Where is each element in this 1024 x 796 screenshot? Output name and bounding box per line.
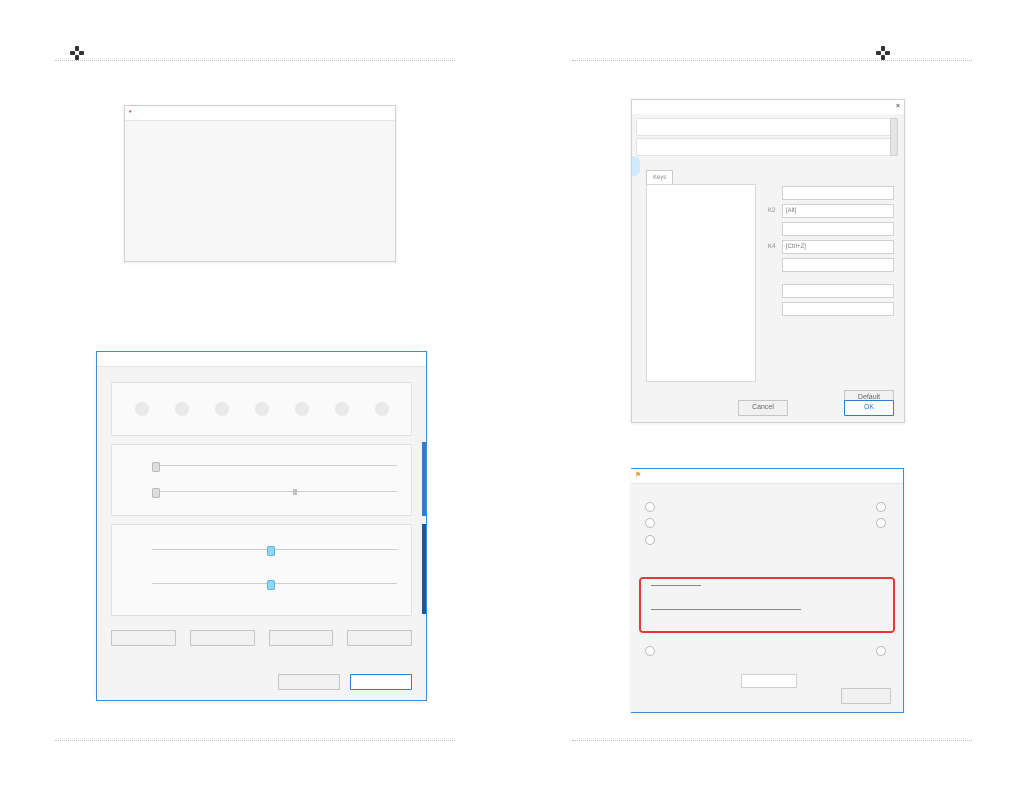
blank-dialog-titlebar: • [125,106,395,121]
option-label-underline [651,585,701,586]
options-dialog-titlebar[interactable]: ⚑ [631,469,903,484]
cancel-button[interactable]: Cancel [738,400,788,416]
key-input[interactable] [782,222,894,236]
preset-button[interactable] [111,630,176,646]
bottom-radio-section [645,645,889,656]
radio-option[interactable] [876,501,889,512]
ok-button[interactable]: OK [844,400,894,416]
keys-tab[interactable]: Keys [646,170,673,185]
radio-option[interactable] [645,645,658,656]
key-input[interactable] [782,186,894,200]
settings-dialog-titlebar[interactable] [97,352,426,367]
keys-dialog-titlebar[interactable]: × [632,100,904,114]
top-icons-panel [111,382,412,436]
key-row-label: K2 [768,208,782,214]
right-header-divider [572,60,972,61]
right-footer-divider [572,740,972,741]
radio-option[interactable] [876,645,889,656]
slider-panel-2 [111,524,412,616]
cancel-button[interactable] [350,674,412,690]
settings-dialog [96,351,427,701]
preset-button[interactable] [347,630,412,646]
radio-option[interactable] [645,518,658,529]
warning-icon: ⚑ [635,469,641,483]
slider-4[interactable] [152,577,397,589]
key-input[interactable] [782,284,894,298]
mode-icon[interactable] [215,402,229,416]
key-input[interactable]: [Ctrl+Z] [782,240,894,254]
radio-option[interactable] [645,501,658,512]
scrollbar[interactable] [890,118,898,156]
mode-icon[interactable] [175,402,189,416]
slider-track[interactable] [651,609,801,610]
key-input[interactable] [782,258,894,272]
key-input[interactable] [782,302,894,316]
brand-logo-icon [876,46,890,60]
key-row-label: K4 [768,244,782,250]
radio-option[interactable] [645,534,658,545]
active-tab-indicator [422,524,426,614]
page-root: • [0,0,1024,796]
value-input[interactable] [741,674,797,688]
mode-icon[interactable] [255,402,269,416]
slider-2[interactable] [152,485,397,497]
ok-button[interactable] [278,674,340,690]
mode-icon[interactable] [295,402,309,416]
radio-option[interactable] [876,518,889,529]
slider-panel-1 [111,444,412,516]
preset-button[interactable] [190,630,255,646]
ok-button[interactable] [841,688,891,704]
left-footer-divider [55,740,455,741]
radio-section [645,495,889,551]
mode-icon[interactable] [335,402,349,416]
preset-button[interactable] [269,630,334,646]
button-row [111,630,412,646]
keys-fields: K2[Alt] K4[Ctrl+Z] [768,182,894,320]
keys-dialog: × Keys K2[Alt] K4[Ctrl+Z] Default Cancel… [631,99,905,423]
key-input[interactable]: [Alt] [782,204,894,218]
header-field[interactable] [636,138,898,156]
options-dialog: ⚑ [631,468,904,713]
mode-icon[interactable] [135,402,149,416]
active-tab-indicator [422,442,426,516]
blank-dialog: • [124,105,396,262]
header-field[interactable] [636,118,898,136]
top-icons-row [112,383,411,435]
record-icon: • [129,106,131,120]
left-header-divider [55,60,455,61]
close-icon[interactable]: × [896,100,900,114]
slider-1[interactable] [152,459,397,471]
keys-listbox[interactable] [646,184,756,382]
active-tab-indicator [632,156,640,176]
brand-logo-icon [70,46,84,60]
dialog-actions [278,674,412,690]
slider-marker-icon [293,489,297,495]
mode-icon[interactable] [375,402,389,416]
slider-3[interactable] [152,543,397,555]
